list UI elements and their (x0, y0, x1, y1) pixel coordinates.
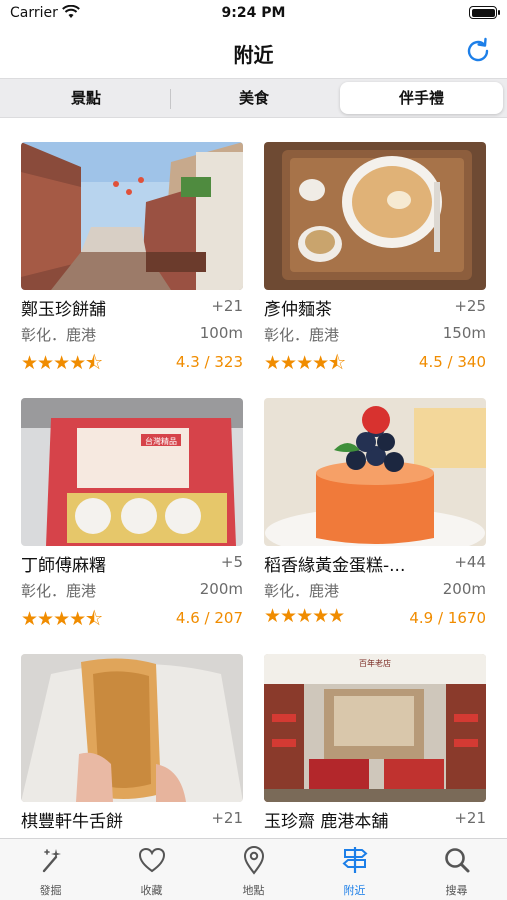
heart-icon (138, 847, 166, 873)
battery-icon (469, 6, 500, 19)
place-name: 丁師傅麻糬 (21, 556, 106, 576)
photo-count: +21 (211, 809, 243, 827)
place-card[interactable]: 鄭玉珍餅舖 +21 彰化．鹿港 100m ★★★★⯪ 4.3 / 323 (21, 142, 243, 382)
photo-count: +21 (454, 809, 486, 827)
place-distance: 150m (442, 324, 486, 342)
tab-favorites[interactable]: 收藏 (101, 839, 202, 900)
place-name: 彥仲麵茶 (264, 300, 332, 320)
tab-places[interactable]: 地點 (203, 839, 304, 900)
place-distance: 200m (442, 580, 486, 598)
search-icon (445, 848, 470, 873)
signpost-icon (342, 847, 368, 873)
photo-count: +25 (454, 297, 486, 315)
place-distance: 200m (199, 580, 243, 598)
place-card[interactable]: 棋豐軒牛舌餅 +21 (21, 654, 243, 838)
status-time: 9:24 PM (221, 5, 286, 21)
place-photo (264, 142, 486, 290)
star-rating: ★★★★⯪ (264, 352, 346, 374)
status-bar: Carrier 9:24 PM (0, 0, 507, 26)
segment-divider (170, 89, 171, 109)
rating-score: 4.3 / 323 (175, 353, 243, 371)
place-card[interactable]: 百年老店 玉珍齋 鹿港本舖 +21 (264, 654, 486, 838)
photo-count: +44 (454, 553, 486, 571)
place-card[interactable]: 彥仲麵茶 +25 彰化．鹿港 150m ★★★★⯪ 4.5 / 340 (264, 142, 486, 382)
place-photo (264, 398, 486, 546)
place-name: 棋豐軒牛舌餅 (21, 812, 123, 832)
place-photo: 台灣精品 (21, 398, 243, 546)
souvenir-grid: 鄭玉珍餅舖 +21 彰化．鹿港 100m ★★★★⯪ 4.3 / 323 彥仲麵… (0, 118, 507, 838)
magic-wand-icon (42, 849, 61, 873)
map-pin-icon (243, 846, 265, 875)
refresh-icon[interactable] (463, 36, 493, 66)
segment-sights[interactable]: 景點 (4, 82, 168, 114)
box-label: 台灣精品 (145, 436, 177, 446)
place-location: 彰化．鹿港 (21, 582, 97, 600)
place-photo (21, 654, 243, 802)
tab-search[interactable]: 搜尋 (406, 839, 507, 900)
place-name: 稻香緣黃金蛋糕-... (264, 556, 406, 576)
place-location: 彰化．鹿港 (264, 326, 340, 344)
app-screen: Carrier 9:24 PM 附近 景點 美食 伴手禮 鄭玉珍餅舖 +21 彰… (0, 0, 507, 900)
photo-count: +5 (220, 553, 243, 571)
rating-score: 4.5 / 340 (418, 353, 486, 371)
rating-score: 4.6 / 207 (175, 609, 243, 627)
photo-count: +21 (211, 297, 243, 315)
tab-discover[interactable]: 發掘 (0, 839, 101, 900)
tab-nearby[interactable]: 附近 (304, 839, 405, 900)
navigation-bar: 附近 (0, 26, 507, 78)
tab-label: 附近 (343, 884, 366, 897)
place-photo (21, 142, 243, 290)
tab-bar: 發掘 收藏 地點 附近 搜尋 (0, 838, 507, 900)
segment-food[interactable]: 美食 (172, 82, 336, 114)
star-rating: ★★★★⯪ (21, 352, 103, 374)
place-card[interactable]: 稻香緣黃金蛋糕-... +44 彰化．鹿港 200m ★★★★★ 4.9 / 1… (264, 398, 486, 638)
segment-souvenirs[interactable]: 伴手禮 (340, 82, 503, 114)
place-photo: 百年老店 (264, 654, 486, 802)
star-rating: ★★★★⯪ (21, 608, 103, 630)
place-name: 玉珍齋 鹿港本舖 (264, 812, 389, 832)
place-distance: 100m (199, 324, 243, 342)
place-card[interactable]: 台灣精品 丁師傅麻糬 +5 彰化．鹿港 200m ★★★★⯪ 4.6 / 207 (21, 398, 243, 638)
tab-label: 收藏 (140, 884, 163, 897)
place-name: 鄭玉珍餅舖 (21, 300, 106, 320)
tab-label: 搜尋 (445, 884, 468, 897)
tab-label: 發掘 (39, 884, 62, 897)
page-title: 附近 (233, 43, 274, 67)
shop-sign: 百年老店 (359, 658, 391, 668)
place-location: 彰化．鹿港 (21, 326, 97, 344)
star-rating: ★★★★★ (264, 605, 345, 627)
tab-label: 地點 (242, 884, 265, 897)
place-location: 彰化．鹿港 (264, 582, 340, 600)
rating-score: 4.9 / 1670 (409, 609, 486, 627)
category-segmented-control: 景點 美食 伴手禮 (0, 78, 507, 118)
